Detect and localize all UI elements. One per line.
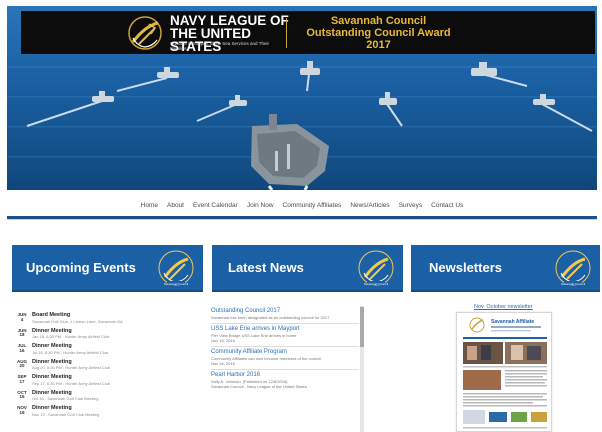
event-detail: Jan 18, 6:30 PM - Hunter Army Airfield C… xyxy=(32,334,110,339)
event-title[interactable]: Dinner Meeting xyxy=(32,374,72,380)
upcoming-events-banner[interactable]: Upcoming Events Savannah Council xyxy=(12,245,203,292)
news-excerpt: Savannah Council - Navy League of the Un… xyxy=(211,384,307,389)
newsletter-preview: Savannah Affiliate xyxy=(457,313,551,431)
award-year: 2017 xyxy=(366,39,391,51)
events-list: JUN 4 Board Meeting Savannah Golf Club, 1… xyxy=(16,312,186,421)
newsletter-link[interactable]: Nov. October newsletter xyxy=(474,304,533,310)
event-item[interactable]: NOV 19 Dinner Meeting Nov 19 - Savannah G… xyxy=(16,405,186,421)
header-bar: NAVY LEAGUE OF THE UNITED STATES Civilia… xyxy=(21,11,595,54)
nav-divider-light xyxy=(7,219,597,220)
hero-banner: NAVY LEAGUE OF THE UNITED STATES Civilia… xyxy=(7,6,597,190)
nav-surveys[interactable]: Surveys xyxy=(394,202,426,209)
event-date: OCT 15 xyxy=(17,389,27,399)
award-line2: Outstanding Council Award xyxy=(306,27,451,39)
org-subtitle: Civilians in Support of the Sea Services… xyxy=(170,41,269,51)
event-detail: Savannah Golf Club, 1 Lemon Lane, Savann… xyxy=(32,318,123,324)
news-excerpt: Savannah has been designated as an outst… xyxy=(211,315,330,320)
event-date: SEP 17 xyxy=(17,374,27,384)
event-title[interactable]: Dinner Meeting xyxy=(32,405,72,411)
event-date: NOV 19 xyxy=(17,405,27,415)
news-item[interactable]: Pearl Harbor 2016 Sally A. Johnson, (Pub… xyxy=(211,370,359,392)
award-line1: Savannah Council xyxy=(330,15,427,27)
council-seal-icon: Savannah Council xyxy=(555,250,591,286)
event-item[interactable]: AUG 20 Dinner Meeting Aug 20, 6:30 PM - H… xyxy=(16,359,186,375)
news-item[interactable]: Outstanding Council 2017 Savannah has be… xyxy=(211,306,359,324)
event-date: AUG 20 xyxy=(17,358,27,368)
news-item[interactable]: USS Lake Erie arrives in Mayport Pier Vi… xyxy=(211,324,359,347)
nav-home[interactable]: Home xyxy=(136,202,162,209)
nav-contact-us[interactable]: Contact Us xyxy=(427,202,468,209)
seal-text: Savannah Council xyxy=(364,282,389,286)
news-item[interactable]: Community Affiliate Program Community Af… xyxy=(211,347,359,370)
award-text: Savannah Council Outstanding Council Awa… xyxy=(296,15,461,51)
event-date: JUN 4 xyxy=(17,312,27,322)
news-title[interactable]: USS Lake Erie arrives in Mayport xyxy=(211,326,359,333)
event-title[interactable]: Dinner Meeting xyxy=(32,359,72,365)
nav-event-calendar[interactable]: Event Calendar xyxy=(189,202,243,209)
news-title[interactable]: Community Affiliate Program xyxy=(211,349,359,356)
main-nav: Home About Event Calendar Join Now Commu… xyxy=(7,194,597,216)
nav-news-articles[interactable]: News/Articles xyxy=(346,202,394,209)
event-detail: Aug 20, 6:30 PM - Hunter Army Airfield C… xyxy=(32,365,111,370)
nav-about[interactable]: About xyxy=(163,202,189,209)
latest-news-heading: Latest News xyxy=(228,260,304,275)
event-detail: Nov 19 - Savannah Golf Club Meeting xyxy=(32,411,100,417)
event-item[interactable]: OCT 15 Dinner Meeting Oct 15 - Savannah G… xyxy=(16,390,186,406)
news-date: Nov 18, 2016 xyxy=(211,338,235,343)
newsletters-banner[interactable]: Newsletters Savannah Council xyxy=(411,245,600,292)
navy-league-logo[interactable] xyxy=(125,14,165,52)
newsletter-thumbnail[interactable]: Savannah Affiliate xyxy=(456,312,552,432)
council-seal-icon: Savannah Council xyxy=(158,250,194,286)
event-detail: Oct 15 - Savannah Golf Club Meeting xyxy=(32,396,99,401)
event-item[interactable]: JUN 18 Dinner Meeting Jan 18, 6:30 PM - H… xyxy=(16,328,186,344)
event-title[interactable]: Dinner Meeting xyxy=(32,390,72,396)
council-seal-icon: Savannah Council xyxy=(358,250,394,286)
event-detail: Jul 16, 6:30 PM - Hunter Army Airfield C… xyxy=(32,349,109,355)
event-title[interactable]: Dinner Meeting xyxy=(32,343,72,349)
newsletter-masthead: Savannah Affiliate xyxy=(491,319,534,325)
event-item[interactable]: JUN 4 Board Meeting Savannah Golf Club, 1… xyxy=(16,312,186,328)
event-title[interactable]: Dinner Meeting xyxy=(32,328,72,334)
nav-community-affiliates[interactable]: Community Affiliates xyxy=(278,202,346,209)
news-title[interactable]: Pearl Harbor 2016 xyxy=(211,372,359,379)
event-item[interactable]: SEP 17 Dinner Meeting Sep 17, 6:30 PM - H… xyxy=(16,374,186,390)
news-title[interactable]: Outstanding Council 2017 xyxy=(211,308,359,315)
newsletters-heading: Newsletters xyxy=(429,260,502,275)
event-item[interactable]: JUL 16 Dinner Meeting Jul 16, 6:30 PM - H… xyxy=(16,343,186,359)
latest-news-banner[interactable]: Latest News Savannah Council xyxy=(212,245,403,292)
event-detail: Sep 17, 6:30 PM - Hunter Army Airfield C… xyxy=(32,380,111,386)
event-title[interactable]: Board Meeting xyxy=(32,312,70,318)
upcoming-events-heading: Upcoming Events xyxy=(26,260,136,275)
seal-text: Savannah Council xyxy=(164,282,189,286)
news-date: Nov 16, 2016 xyxy=(211,361,235,366)
event-date: JUN 18 xyxy=(17,327,27,337)
news-list: Outstanding Council 2017 Savannah has be… xyxy=(211,306,359,432)
news-scrollbar-thumb[interactable] xyxy=(360,307,364,347)
event-date: JUL 16 xyxy=(17,343,27,353)
nav-join-now[interactable]: Join Now xyxy=(242,202,278,209)
seal-text: Savannah Council xyxy=(561,282,586,286)
header-divider xyxy=(286,18,287,48)
